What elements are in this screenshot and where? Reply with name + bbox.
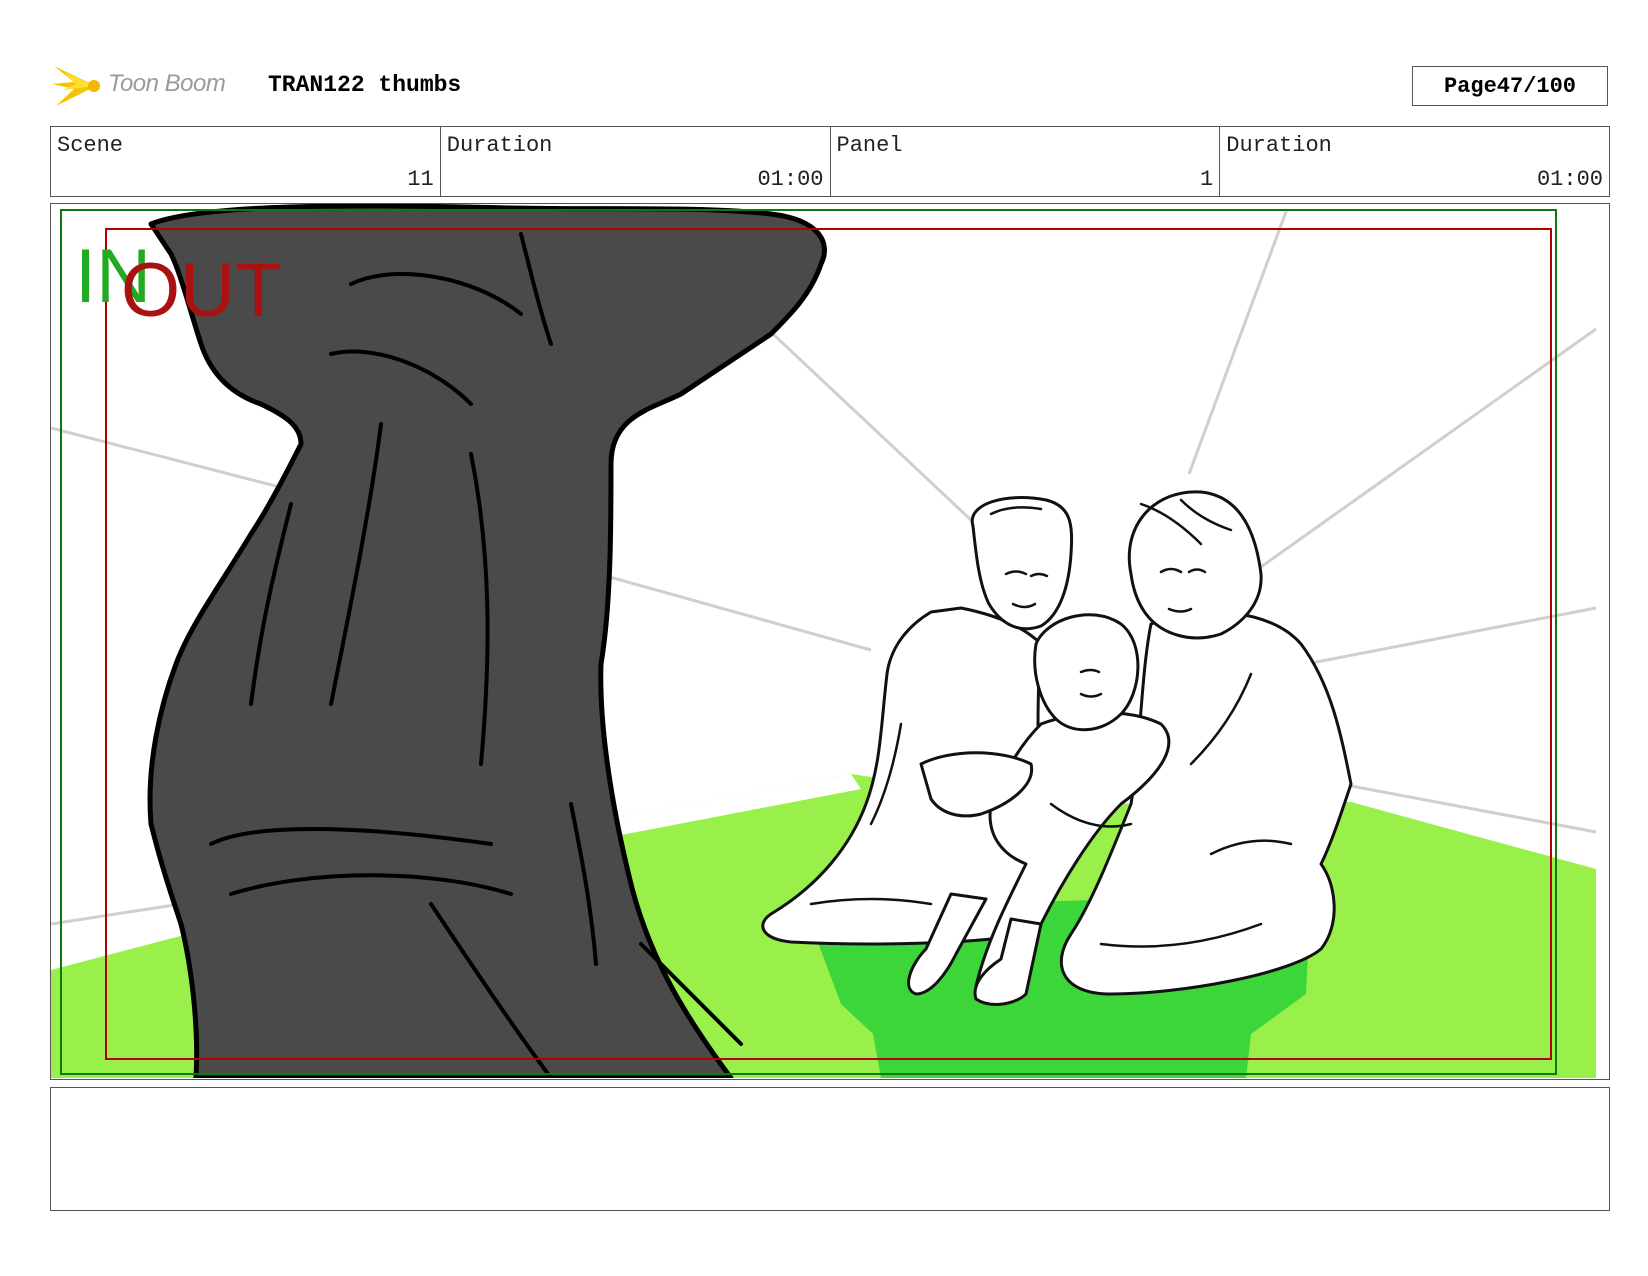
- scene-duration-label: Duration: [446, 133, 553, 158]
- page-header: Toon Boom TRAN122 thumbs Page 47/100: [50, 58, 1610, 118]
- scene-duration-value: 01:00: [757, 167, 824, 192]
- scene-duration-cell: Duration 01:00: [441, 127, 831, 196]
- storyboard-drawing: IN OUT: [51, 204, 1597, 1078]
- panel-cell: Panel 1: [831, 127, 1221, 196]
- notes-box[interactable]: [50, 1087, 1610, 1211]
- panel-duration-label: Duration: [1226, 133, 1332, 158]
- page-label: Page: [1443, 73, 1497, 99]
- storyboard-panel-frame: IN OUT: [50, 203, 1610, 1080]
- panel-duration-cell: Duration 01:00: [1220, 127, 1609, 196]
- scene-label: Scene: [57, 133, 124, 158]
- panel-label: Panel: [836, 133, 903, 158]
- scene-cell: Scene 11: [51, 127, 441, 196]
- logo-text: Toon Boom: [108, 70, 226, 97]
- toon-boom-logo: Toon Boom: [50, 60, 250, 112]
- scene-value: 11: [407, 167, 434, 192]
- panel-value: 1: [1200, 167, 1214, 192]
- starburst-icon: [52, 66, 100, 106]
- panel-info-row: Scene 11 Duration 01:00 Panel 1 Duration…: [50, 126, 1610, 197]
- panel-duration-value: 01:00: [1536, 167, 1603, 192]
- project-title: TRAN122 thumbs: [268, 72, 462, 98]
- page-indicator: Page 47/100: [1412, 66, 1608, 106]
- page-number: 47/100: [1496, 73, 1577, 99]
- out-marker: OUT: [121, 248, 281, 333]
